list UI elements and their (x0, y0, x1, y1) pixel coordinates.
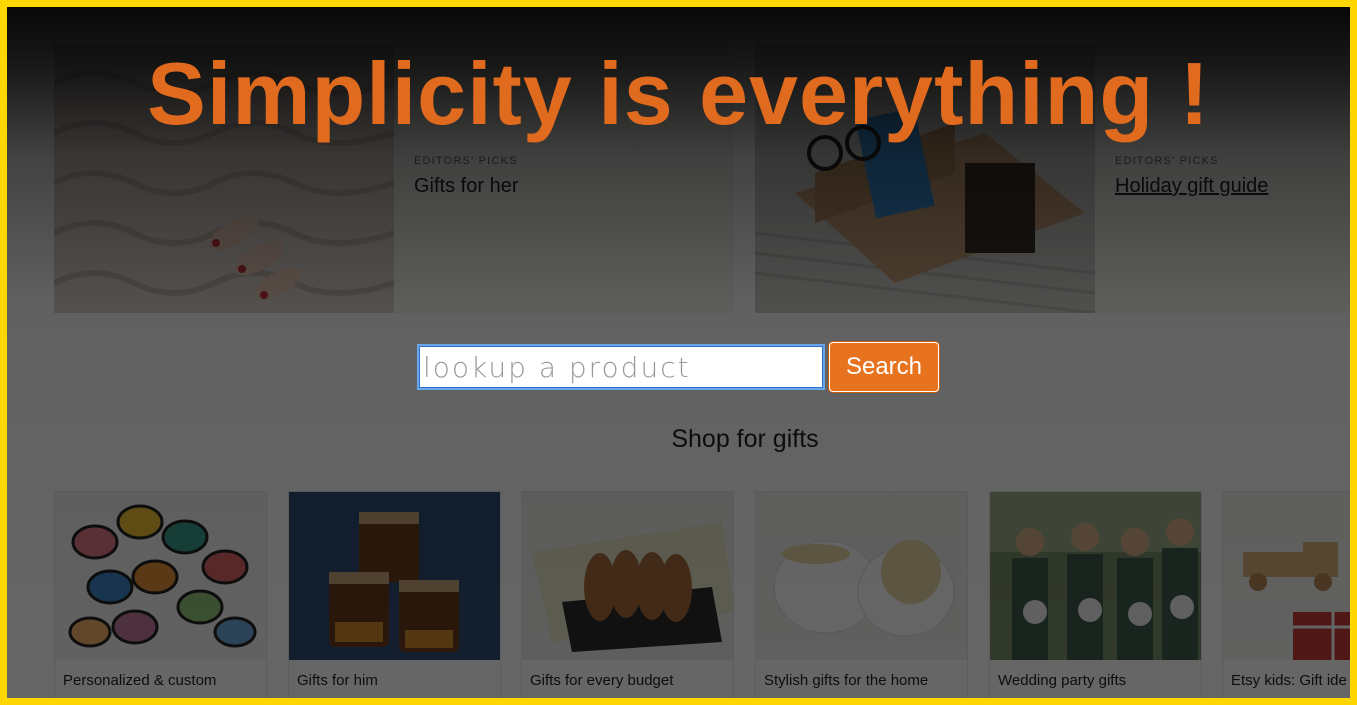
app-frame: Editors' picks Gifts for her (7, 7, 1350, 698)
headline: Simplicity is everything ! (147, 44, 1210, 143)
focus-layer: Simplicity is everything ! Search (7, 7, 1350, 698)
search-bar: Search (417, 342, 939, 392)
search-input[interactable] (417, 344, 825, 390)
search-button[interactable]: Search (829, 342, 939, 392)
